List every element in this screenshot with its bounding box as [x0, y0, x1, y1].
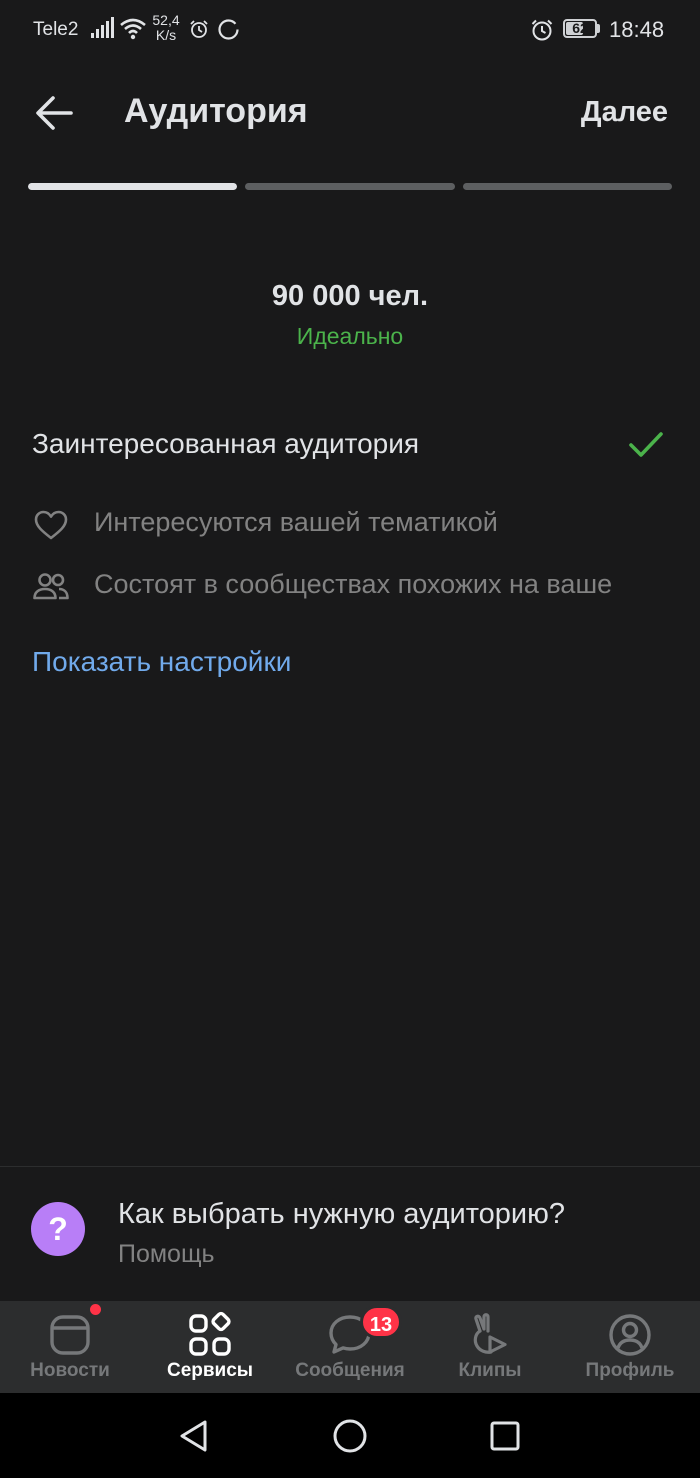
battery-indicator: 62 — [563, 19, 597, 38]
tab-messages[interactable]: 13 Сообщения — [280, 1301, 420, 1393]
newsfeed-icon — [50, 1315, 90, 1355]
criteria-interests: Интересуются вашей тематикой — [94, 507, 498, 537]
tab-clips[interactable]: Клипы — [420, 1301, 560, 1393]
battery-tip — [597, 24, 600, 33]
tab-news[interactable]: Новости — [0, 1301, 140, 1393]
progress-step-2 — [245, 183, 455, 190]
progress-step-1-fill — [28, 183, 238, 190]
heart-icon — [34, 510, 68, 540]
back-triangle-icon[interactable] — [178, 1419, 210, 1453]
alarm-icon — [190, 20, 208, 38]
audience-rating: Идеально — [296, 323, 404, 349]
progress-step-1 — [28, 183, 238, 190]
tab-services-label: Сервисы — [166, 1360, 254, 1381]
tab-news-label: Новости — [30, 1360, 110, 1381]
status-bar: Tele2 52,4 K/s 62 18:48 — [0, 0, 700, 60]
help-title[interactable]: Как выбрать нужную аудиторию? — [118, 1198, 565, 1231]
tab-services[interactable]: Сервисы — [140, 1301, 280, 1393]
arrow-left-icon[interactable] — [34, 95, 74, 131]
wifi-icon — [120, 18, 146, 40]
tab-profile[interactable]: Профиль — [560, 1301, 700, 1393]
news-notification-dot — [90, 1304, 101, 1315]
alarm-icon-right — [531, 19, 553, 41]
audience-type-title[interactable]: Заинтересованная аудитория — [32, 428, 419, 460]
tab-clips-label: Клипы — [458, 1360, 522, 1381]
help-subtitle: Помощь — [118, 1240, 215, 1268]
profile-icon — [609, 1314, 651, 1356]
tab-bar: Новости Сервисы 13 Сообщения Клипы Профи… — [0, 1301, 700, 1393]
users-icon — [33, 573, 69, 600]
home-circle-icon[interactable] — [332, 1418, 368, 1454]
clock: 18:48 — [609, 17, 665, 42]
next-button[interactable]: Далее — [581, 96, 668, 129]
system-navigation-bar — [0, 1393, 700, 1478]
signal-icon — [91, 17, 114, 38]
battery-level: 62 — [572, 20, 588, 36]
network-speed: 52,4 K/s — [152, 12, 180, 43]
progress-step-3 — [462, 183, 672, 190]
criteria-similar-communities: Состоят в сообществах похожих на ваше — [94, 569, 613, 599]
step-progress — [28, 183, 672, 191]
divider — [0, 1166, 700, 1167]
carrier-name: Tele2 — [33, 19, 79, 40]
show-settings-link[interactable]: Показать настройки — [32, 646, 291, 678]
messages-badge: 13 — [360, 1305, 402, 1339]
recents-square-icon[interactable] — [490, 1421, 520, 1451]
page-title: Аудитория — [124, 92, 308, 130]
services-icon — [189, 1311, 231, 1356]
question-icon: ? — [31, 1202, 85, 1256]
sync-icon — [218, 19, 239, 40]
tab-messages-label: Сообщения — [295, 1360, 405, 1381]
audience-count: 90 000 чел. — [271, 280, 429, 312]
clips-icon — [473, 1313, 507, 1354]
tab-profile-label: Профиль — [585, 1360, 675, 1381]
check-icon — [629, 432, 663, 457]
